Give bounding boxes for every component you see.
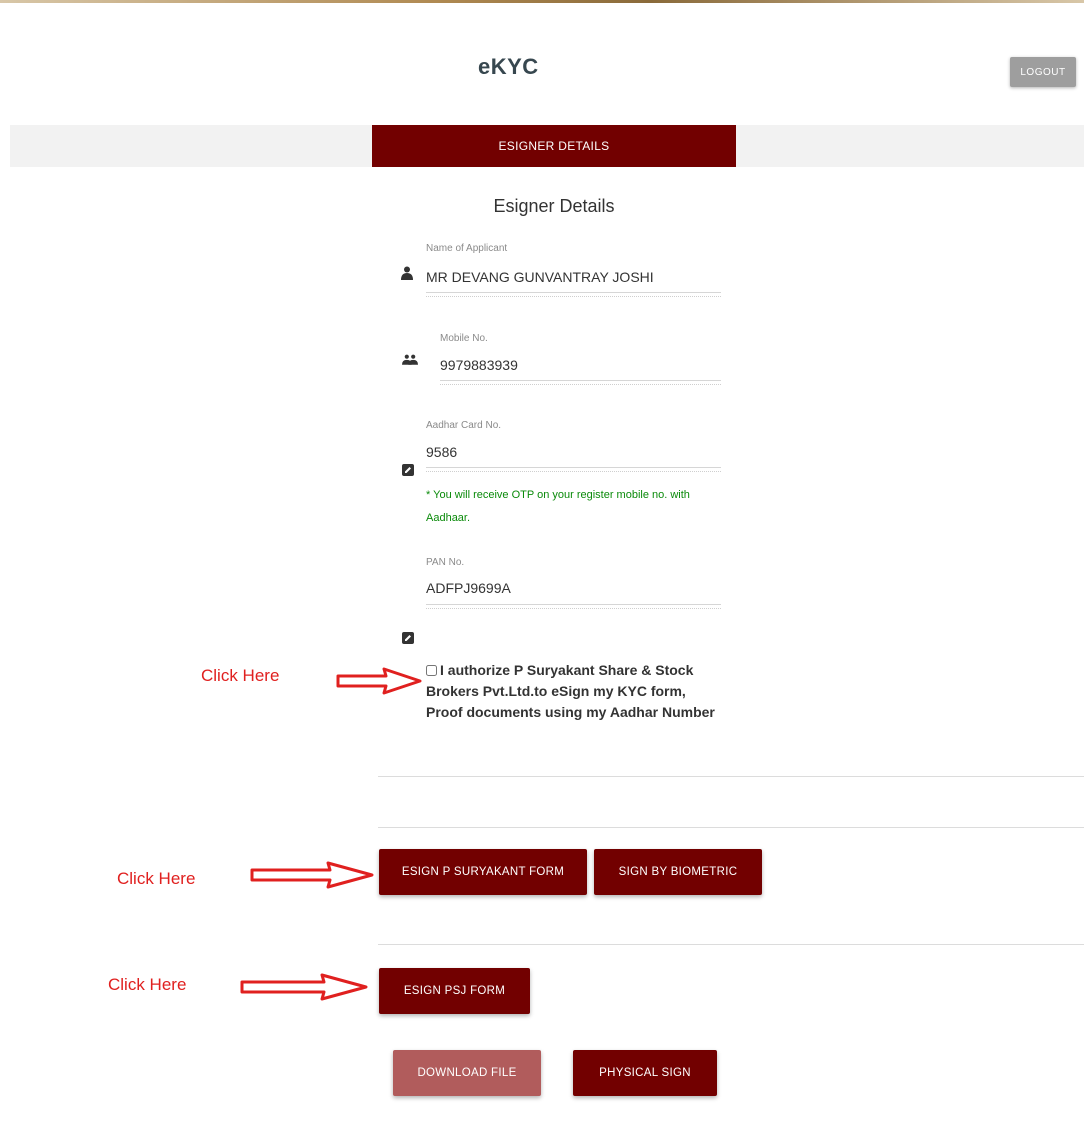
pan-field[interactable]: ADFPJ9699A [426, 580, 511, 596]
users-icon [402, 351, 418, 367]
consent-block: I authorize P Suryakant Share & Stock Br… [426, 660, 726, 723]
form-title: Esigner Details [493, 196, 615, 216]
aadhar-label: Aadhar Card No. [426, 420, 502, 431]
divider [378, 776, 1084, 777]
otp-hint: * You will receive OTP on your register … [426, 489, 690, 524]
top-accent-bar [0, 0, 1084, 3]
click-here-annotation-esign: Click Here [117, 869, 196, 888]
user-icon [399, 265, 415, 281]
pan-underline [426, 604, 721, 609]
arrow-right-icon [250, 861, 374, 889]
name-label: Name of Applicant [426, 243, 508, 254]
mobile-field[interactable]: 9979883939 [440, 357, 518, 373]
divider [378, 827, 1084, 828]
pan-label: PAN No. [426, 557, 465, 568]
arrow-right-icon [240, 973, 368, 1001]
name-field[interactable]: MR DEVANG GUNVANTRAY JOSHI [426, 269, 654, 285]
page-title: eKYC [478, 54, 539, 79]
mobile-label: Mobile No. [440, 333, 488, 344]
esign-suryakant-button[interactable]: ESIGN P SURYAKANT FORM [379, 849, 587, 895]
edit-icon [400, 630, 416, 646]
click-here-annotation-psj: Click Here [108, 975, 187, 994]
edit-icon [400, 462, 416, 478]
consent-text: I authorize P Suryakant Share & Stock Br… [426, 662, 715, 720]
sign-biometric-button[interactable]: SIGN BY BIOMETRIC [594, 849, 762, 895]
tab-esigner-details[interactable]: ESIGNER DETAILS [372, 125, 736, 167]
logout-button[interactable]: LOGOUT [1010, 57, 1076, 87]
physical-sign-button[interactable]: PHYSICAL SIGN [573, 1050, 717, 1096]
divider [378, 944, 1084, 945]
consent-checkbox[interactable] [426, 665, 437, 676]
name-underline [426, 292, 721, 297]
esign-psj-button[interactable]: ESIGN PSJ FORM [379, 968, 530, 1014]
click-here-annotation-consent: Click Here [201, 666, 280, 685]
download-file-button[interactable]: DOWNLOAD FILE [393, 1050, 541, 1096]
arrow-right-icon [336, 667, 422, 695]
aadhar-field[interactable]: 9586 [426, 444, 457, 460]
mobile-underline [440, 380, 721, 385]
aadhar-underline [426, 467, 721, 472]
